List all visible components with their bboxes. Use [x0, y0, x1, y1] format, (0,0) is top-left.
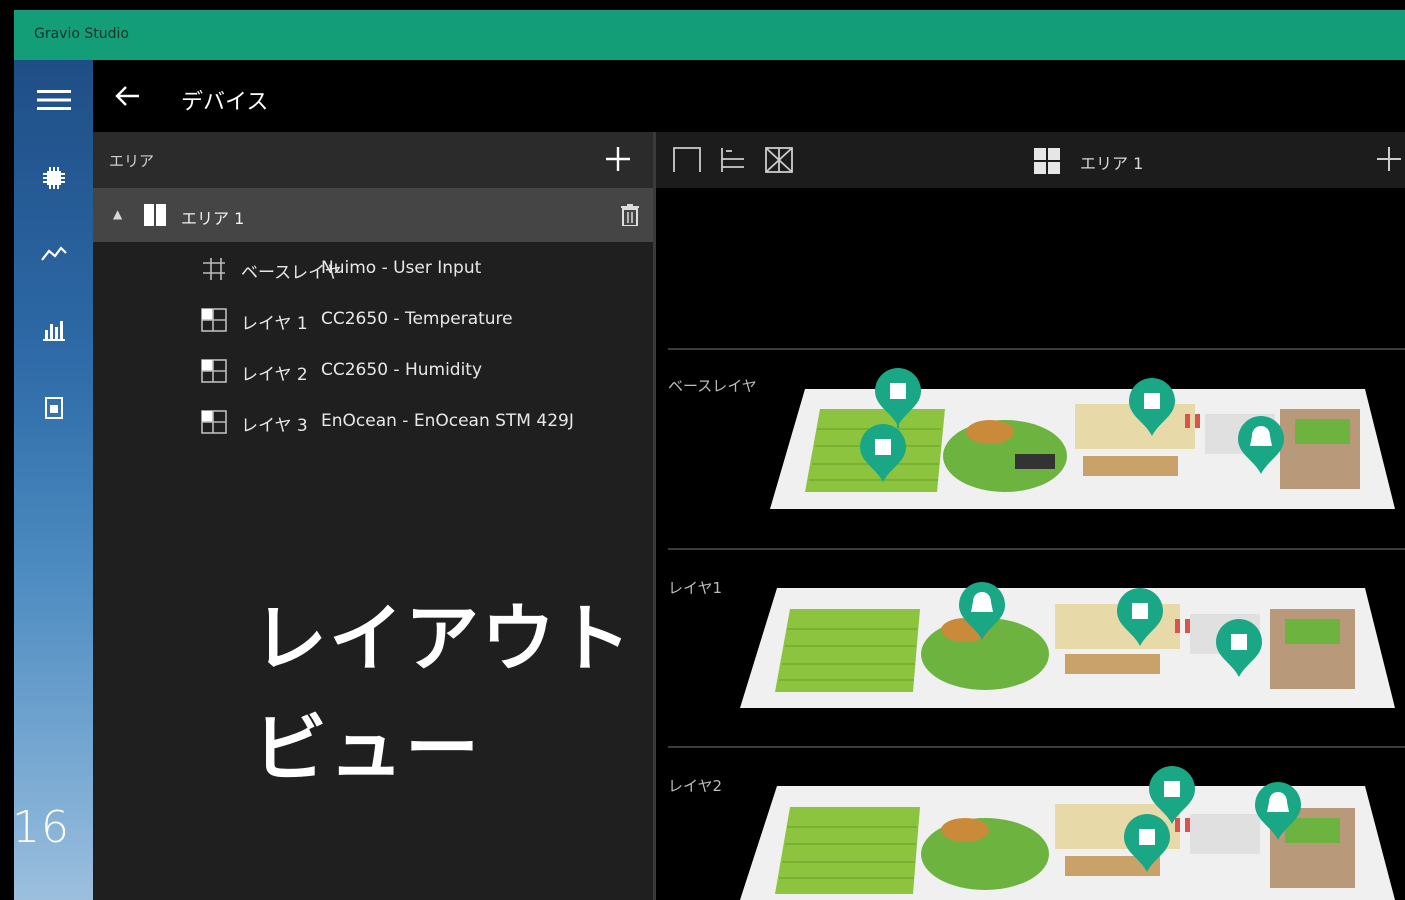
- layer-icon: [201, 359, 227, 383]
- device-pin-icon[interactable]: [957, 580, 1007, 642]
- image-tool-icon[interactable]: [764, 146, 794, 174]
- caption-line: ビュー: [253, 706, 481, 792]
- add-area-button[interactable]: [605, 146, 631, 172]
- area-layout-icon: [144, 204, 166, 226]
- device-pin-icon[interactable]: [1214, 617, 1264, 679]
- layer-name: レイヤ 1: [241, 314, 308, 334]
- title-bar: Gravio Studio: [14, 10, 1405, 60]
- bar-chart-icon[interactable]: [14, 310, 93, 350]
- area-panel-header: エリア: [93, 132, 653, 188]
- area-name: エリア 1: [181, 209, 245, 228]
- layer-item[interactable]: レイヤ 2 CC2650 - Humidity: [93, 346, 653, 396]
- area-panel-title: エリア: [109, 152, 155, 170]
- nav-rail: [14, 60, 93, 900]
- page-title: デバイス: [181, 90, 269, 115]
- area-tree-panel: エリア ▲ エリア 1 ベースレイヤ Nuimo - User Input レイ…: [93, 132, 653, 900]
- collapse-caret-icon[interactable]: ▲: [113, 207, 122, 221]
- layer-separator: [668, 348, 1405, 350]
- device-pin-icon[interactable]: [1115, 586, 1165, 648]
- device-pin-icon[interactable]: [1253, 780, 1303, 842]
- slide-caption: レイアウト ビュー: [253, 584, 633, 804]
- selected-area-label: エリア 1: [1080, 154, 1144, 173]
- device-pin-icon[interactable]: [1127, 376, 1177, 438]
- canvas-layer-label: ベースレイヤ: [668, 377, 757, 395]
- device-pin-icon[interactable]: [858, 422, 908, 484]
- page-header: デバイス: [93, 60, 1405, 132]
- device-pin-icon[interactable]: [1122, 812, 1172, 874]
- layer-device: CC2650 - Temperature: [321, 309, 513, 329]
- layer-separator: [668, 548, 1405, 550]
- left-edge: [0, 10, 14, 900]
- back-arrow-icon[interactable]: [113, 82, 141, 110]
- hamburger-menu-icon[interactable]: [14, 80, 93, 120]
- device-pin-icon[interactable]: [1236, 414, 1286, 476]
- line-chart-icon[interactable]: [14, 234, 93, 274]
- chip-device-icon[interactable]: [14, 158, 93, 198]
- layer-item[interactable]: レイヤ 1 CC2650 - Temperature: [93, 295, 653, 345]
- grid-layout-icon: [1034, 148, 1060, 174]
- device-pin-icon[interactable]: [873, 366, 923, 428]
- layer-icon: [201, 308, 227, 332]
- layer-device: Nuimo - User Input: [321, 258, 482, 278]
- app-title: Gravio Studio: [34, 26, 129, 42]
- floor-plan-layer-1[interactable]: [735, 584, 1400, 712]
- delete-area-icon[interactable]: [621, 204, 639, 226]
- layout-toolbar: エリア 1: [656, 132, 1405, 188]
- layer-name: レイヤ 3: [241, 416, 308, 436]
- add-layer-button[interactable]: [1376, 146, 1402, 172]
- area-row[interactable]: ▲ エリア 1: [93, 188, 653, 242]
- select-tool-icon[interactable]: [672, 146, 702, 174]
- layer-item[interactable]: レイヤ 3 EnOcean - EnOcean STM 429J: [93, 397, 653, 447]
- layer-icon: [201, 410, 227, 434]
- layer-item[interactable]: ベースレイヤ Nuimo - User Input: [93, 244, 653, 294]
- canvas-layer-label: レイヤ1: [668, 579, 723, 597]
- canvas-layer-label: レイヤ2: [668, 777, 723, 795]
- layer-name: レイヤ 2: [241, 365, 308, 385]
- list-tool-icon[interactable]: [718, 146, 748, 174]
- top-strip: [0, 0, 1405, 10]
- layer-device: EnOcean - EnOcean STM 429J: [321, 411, 574, 431]
- page-number: 16: [12, 802, 70, 853]
- caption-line: レイアウト: [253, 596, 633, 682]
- document-icon[interactable]: [14, 388, 93, 428]
- layer-device: CC2650 - Humidity: [321, 360, 483, 380]
- base-layer-icon: [203, 258, 225, 280]
- layer-separator: [668, 746, 1405, 748]
